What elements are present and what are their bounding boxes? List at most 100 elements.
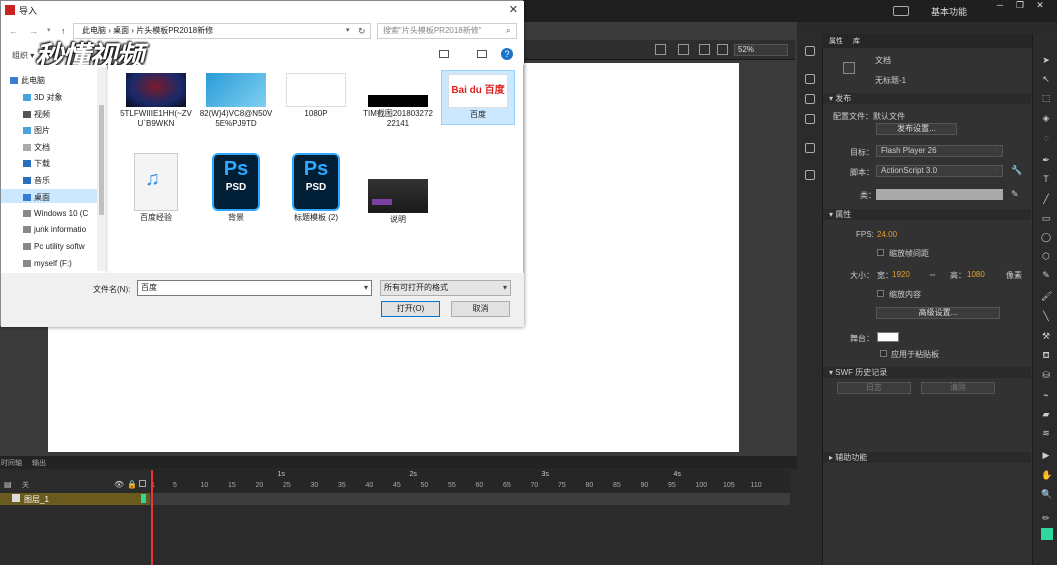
stage-color-swatch[interactable] <box>877 332 899 342</box>
close-icon[interactable]: ✕ <box>1030 0 1050 11</box>
file-item[interactable]: 5TLFWIIIE1HH(~ZVU`B9WKN <box>119 73 193 129</box>
nav-item-drive-pc[interactable]: Pc utility softw <box>23 242 96 251</box>
pen-tool-icon[interactable]: ✒ <box>1041 155 1051 165</box>
tab-timeline[interactable]: 时间轴 <box>1 458 22 468</box>
outline-icon[interactable] <box>139 480 146 487</box>
file-item[interactable]: ♫ 百度经验 <box>119 153 193 223</box>
cancel-button[interactable]: 取消 <box>451 301 510 317</box>
color-panel-icon[interactable] <box>805 46 815 56</box>
file-item-selected[interactable]: Bai du 百度 百度 <box>441 70 515 125</box>
script-select[interactable]: ActionScript 3.0 ▾ <box>876 165 1003 177</box>
props-section[interactable]: ▾ 属性 <box>823 209 1031 220</box>
scale-spans-checkbox[interactable] <box>877 249 884 256</box>
polystar-tool-icon[interactable]: ⬡ <box>1041 251 1051 261</box>
layer-row[interactable] <box>0 493 150 505</box>
file-item[interactable]: Ps PSD 背景 <box>199 153 273 223</box>
tab-library[interactable]: 库 <box>853 36 860 46</box>
nav-item-downloads[interactable]: 下载 <box>23 158 50 169</box>
camera-icon[interactable] <box>655 44 666 55</box>
help-icon[interactable]: ? <box>501 48 513 60</box>
advanced-settings-button[interactable]: 高级设置... <box>876 307 1000 319</box>
file-item[interactable]: 说明 <box>361 153 435 225</box>
rotate-icon[interactable] <box>678 44 689 55</box>
nav-item-documents[interactable]: 文档 <box>23 142 50 153</box>
file-item[interactable]: Ps PSD 标题模板 (2) <box>279 153 353 223</box>
motion-presets-icon[interactable] <box>805 170 815 180</box>
apply-paste-checkbox[interactable] <box>880 350 887 357</box>
filetype-select[interactable]: 所有可打开的格式 ▾ <box>380 280 511 296</box>
search-input[interactable]: 搜索"片头模板PR2018新修" ⌕ <box>377 23 517 39</box>
layer-color-swatch[interactable] <box>141 494 146 503</box>
transform-tool-icon[interactable]: ⬚ <box>1041 93 1051 103</box>
swf-history-section[interactable]: ▾ SWF 历史记录 <box>823 367 1031 378</box>
playhead[interactable] <box>151 470 153 565</box>
line-tool-icon[interactable]: ╱ <box>1041 194 1051 204</box>
zoom-tool-icon[interactable]: 🔍 <box>1041 489 1052 499</box>
zoom-select[interactable]: 52% <box>734 44 788 56</box>
width-value[interactable]: 1920 <box>892 270 910 279</box>
recent-dropdown-icon[interactable]: ▾ <box>47 26 51 34</box>
clip-icon[interactable] <box>699 44 710 55</box>
hand-tool-icon[interactable]: ✋ <box>1041 470 1052 480</box>
file-item[interactable]: 1080P <box>279 73 353 119</box>
file-item[interactable]: TIM截图20180327222141 <box>361 73 435 129</box>
nav-item-drive-f[interactable]: myself (F:) <box>23 259 96 268</box>
view-mode-icon[interactable] <box>439 50 449 58</box>
layer-name[interactable]: 图层_1 <box>24 494 49 505</box>
center-stage-icon[interactable] <box>717 44 728 55</box>
paint-bucket-tool-icon[interactable]: ⛾ <box>1041 350 1051 360</box>
clear-button[interactable]: 清除 <box>921 382 995 394</box>
refresh-icon[interactable]: ↻ <box>358 24 366 38</box>
eyedropper-tool-icon[interactable]: ⌁ <box>1041 390 1051 400</box>
filename-value[interactable]: 百度 <box>141 283 157 292</box>
tab-output[interactable]: 输出 <box>32 458 46 468</box>
tab-properties[interactable]: 属性 <box>829 36 843 46</box>
frame-row[interactable] <box>150 493 790 505</box>
align-panel-icon[interactable] <box>805 74 815 84</box>
filename-input[interactable]: 百度 ▾ <box>137 280 372 296</box>
ink-bottle-tool-icon[interactable]: ⛁ <box>1041 370 1051 380</box>
camera-tool-icon[interactable]: ▶ <box>1041 450 1051 460</box>
workspace-switcher[interactable]: 基本功能 <box>931 5 967 18</box>
organize-button[interactable]: 组织 ▾ <box>12 50 34 61</box>
nav-item-drive-junk[interactable]: junk informatio <box>23 225 96 234</box>
chevron-down-icon[interactable]: ▾ <box>364 281 368 295</box>
minimize-icon[interactable]: ─ <box>990 0 1010 10</box>
class-input[interactable] <box>876 189 1003 200</box>
publish-section[interactable]: ▾ 发布 <box>823 93 1031 104</box>
link-icon[interactable]: ⇔ <box>928 269 937 279</box>
address-dropdown-icon[interactable]: ▾ <box>346 24 350 38</box>
target-select[interactable]: Flash Player 26 ▾ <box>876 145 1003 157</box>
eraser-tool-icon[interactable]: ▰ <box>1041 409 1051 419</box>
text-tool-icon[interactable]: T <box>1041 174 1051 184</box>
back-icon[interactable]: ← <box>9 26 18 36</box>
paint-brush-tool-icon[interactable]: 🖌 <box>1041 291 1052 301</box>
restore-icon[interactable]: ❐ <box>1010 0 1030 11</box>
nav-item-3d-objects[interactable]: 3D 对象 <box>23 92 62 103</box>
nav-item-desktop[interactable]: 桌面 <box>23 192 50 203</box>
height-value[interactable]: 1080 <box>967 270 985 279</box>
nav-item-music[interactable]: 音乐 <box>23 175 50 186</box>
selection-tool-icon[interactable]: ➤ <box>1041 55 1051 65</box>
search-icon[interactable]: ⌕ <box>506 24 510 38</box>
scale-content-checkbox[interactable] <box>877 290 884 297</box>
lock-icon[interactable]: 🔒 <box>127 480 137 489</box>
3d-rotation-tool-icon[interactable]: ◈ <box>1041 113 1051 123</box>
accessibility-section[interactable]: ▸ 辅助功能 <box>823 452 1031 463</box>
nav-scroll-thumb[interactable] <box>99 105 104 215</box>
wrench-icon[interactable]: 🔧 <box>1011 165 1022 176</box>
fill-color-swatch[interactable] <box>1041 528 1053 540</box>
brush-tool-icon[interactable]: ╲ <box>1041 311 1051 321</box>
close-icon[interactable]: ✕ <box>509 3 518 16</box>
nav-item-drive-c[interactable]: Windows 10 (C <box>23 209 96 218</box>
bone-tool-icon[interactable]: ⚒ <box>1041 331 1051 341</box>
pencil-tool-icon[interactable]: ✎ <box>1041 270 1051 280</box>
log-button[interactable]: 日志 <box>837 382 911 394</box>
oval-tool-icon[interactable]: ◯ <box>1041 232 1051 242</box>
info-panel-icon[interactable] <box>805 94 815 104</box>
pencil-icon[interactable]: ✎ <box>1011 189 1019 200</box>
breadcrumb[interactable]: 此电脑 › 桌面 › 片头模板PR2018新修 <box>82 26 213 35</box>
nav-item-this-pc[interactable]: 此电脑 <box>10 75 45 86</box>
workspace-icon[interactable] <box>893 6 909 16</box>
fps-value[interactable]: 24.00 <box>877 230 897 239</box>
